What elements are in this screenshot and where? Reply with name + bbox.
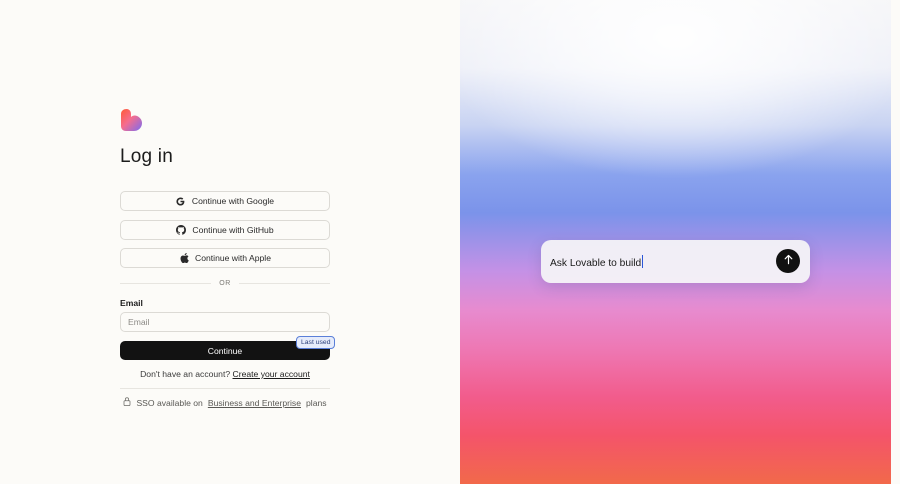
continue-with-google-button[interactable]: Continue with Google [120, 191, 330, 211]
login-panel: Log in Continue with Google Continue wit… [0, 0, 460, 484]
apple-button-label: Continue with Apple [195, 253, 271, 263]
divider-line [238, 282, 330, 284]
divider-line [120, 282, 212, 284]
text-caret [642, 255, 644, 268]
sso-prefix: SSO available on [136, 397, 203, 408]
page-title: Log in [120, 146, 173, 167]
google-button-label: Continue with Google [191, 196, 275, 206]
page-margin [891, 0, 900, 484]
signup-prompt: Don't have an account? Create your accou… [120, 369, 330, 379]
sso-suffix: plans [306, 397, 327, 408]
sso-notice: SSO available on Business and Enterprise… [120, 397, 330, 408]
apple-icon [179, 253, 189, 263]
continue-with-apple-button[interactable]: Continue with Apple [120, 248, 330, 268]
last-used-badge: Last used [296, 336, 336, 349]
create-account-link[interactable]: Create your account [233, 369, 310, 379]
prompt-input[interactable]: Ask Lovable to build [550, 255, 644, 269]
or-divider: OR [120, 278, 330, 288]
arrow-up-icon [783, 252, 794, 270]
divider-line [120, 388, 330, 389]
signup-prefix: Don't have an account? [140, 369, 231, 379]
google-icon [176, 196, 186, 206]
business-enterprise-link[interactable]: Business and Enterprise [208, 398, 301, 408]
lock-icon [123, 397, 131, 408]
send-button[interactable] [776, 249, 800, 273]
github-icon [176, 225, 187, 235]
prompt-card[interactable]: Ask Lovable to build [541, 240, 810, 283]
or-label: OR [219, 279, 231, 287]
github-button-label: Continue with GitHub [192, 225, 274, 235]
prompt-text: Ask Lovable to build [550, 258, 642, 269]
email-field[interactable] [120, 312, 330, 332]
continue-with-github-button[interactable]: Continue with GitHub [120, 220, 330, 240]
lovable-logo [121, 109, 142, 131]
email-label: Email [120, 298, 143, 308]
